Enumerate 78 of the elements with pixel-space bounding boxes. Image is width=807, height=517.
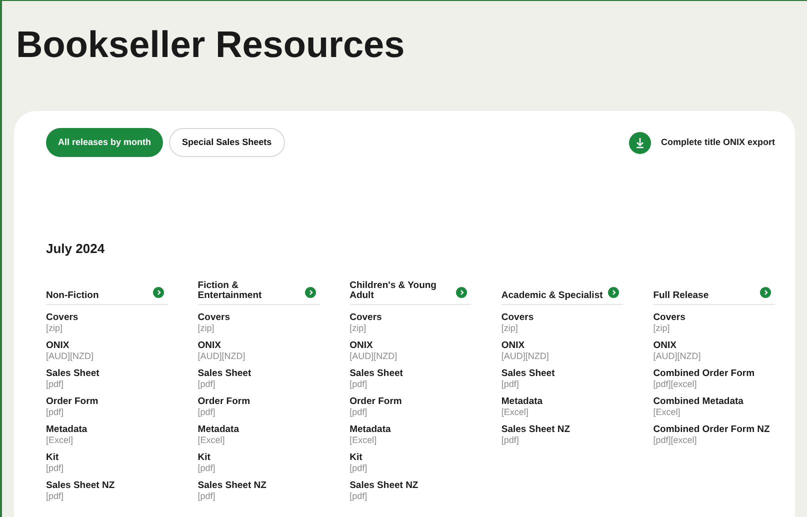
page-title: Bookseller Resources <box>16 23 405 67</box>
resource-name: Kit <box>198 452 212 462</box>
file-link[interactable]: [pdf] <box>350 490 368 502</box>
expand-icon[interactable] <box>760 286 771 298</box>
file-link[interactable]: [Excel] <box>198 434 225 446</box>
file-link[interactable]: [zip] <box>46 322 63 334</box>
resource-name: Order Form <box>198 396 252 406</box>
file-link[interactable]: [AUD][NZD] <box>198 350 246 362</box>
resource-name: ONIX <box>350 340 374 350</box>
resource-name: Sales Sheet NZ <box>501 424 572 434</box>
category-title: Academic & Specialist <box>501 290 604 300</box>
resource-name: Sales Sheet <box>350 368 404 378</box>
resource-name: Sales Sheet <box>501 368 556 378</box>
resource-name: Sales Sheet <box>46 368 100 378</box>
resource-name: Sales Sheet NZ <box>46 480 116 490</box>
file-link[interactable]: [pdf] <box>198 462 216 474</box>
category-title: Full Release <box>653 290 710 300</box>
expand-icon[interactable] <box>152 286 164 298</box>
resource-name: ONIX <box>653 340 678 350</box>
file-link[interactable]: [pdf] <box>350 462 368 474</box>
download-icon <box>628 132 651 154</box>
resource-name: Order Form <box>350 396 403 406</box>
expand-icon[interactable] <box>304 286 316 298</box>
resource-name: Metadata <box>350 424 392 434</box>
month-heading: July 2024 <box>46 240 105 258</box>
filter-tab[interactable]: All releases by month <box>46 128 164 157</box>
resource-name: ONIX <box>501 340 526 350</box>
filter-tab[interactable]: Special Sales Sheets <box>169 128 285 157</box>
resource-name: Covers <box>350 312 383 322</box>
expand-icon[interactable] <box>456 286 468 298</box>
file-link[interactable]: [pdf] <box>350 406 368 418</box>
file-link[interactable]: [AUD][NZD] <box>501 350 549 362</box>
resource-name: Covers <box>46 312 80 322</box>
file-link[interactable]: [pdf] <box>46 378 64 390</box>
resource-name: Order Form <box>46 396 100 406</box>
resource-name: Metadata <box>198 424 240 434</box>
file-link[interactable]: [pdf] <box>501 434 519 446</box>
resource-name: Combined Order Form <box>653 368 756 378</box>
file-link[interactable]: [Excel] <box>46 434 74 446</box>
resource-name: Kit <box>350 452 364 462</box>
file-link[interactable]: [zip] <box>198 322 214 334</box>
file-link[interactable]: [AUD][NZD] <box>350 350 398 362</box>
file-link[interactable]: [Excel] <box>350 434 377 446</box>
resource-name: Covers <box>653 312 686 322</box>
resource-name: Sales Sheet <box>198 368 252 378</box>
file-link[interactable]: [pdf][excel] <box>653 378 697 390</box>
file-link[interactable]: [AUD][NZD] <box>46 350 94 362</box>
resource-name: Covers <box>501 312 535 322</box>
resource-name: Combined Metadata <box>653 396 744 406</box>
file-link[interactable]: [Excel] <box>653 406 680 418</box>
resource-name: Sales Sheet NZ <box>350 480 420 490</box>
category-title: Children's & Young Adult <box>350 280 438 300</box>
file-link[interactable]: [zip] <box>350 322 366 334</box>
resource-name: ONIX <box>198 340 222 350</box>
file-link[interactable]: [pdf][excel] <box>653 434 697 446</box>
file-link[interactable]: [pdf] <box>46 406 64 418</box>
file-link[interactable]: [pdf] <box>350 378 368 390</box>
expand-icon[interactable] <box>608 286 620 298</box>
resource-name: Metadata <box>46 424 88 434</box>
file-link[interactable]: [zip] <box>653 322 670 334</box>
file-link[interactable]: [AUD][NZD] <box>653 350 701 362</box>
resource-name: Sales Sheet NZ <box>198 480 268 490</box>
category-title: Non-Fiction <box>46 290 100 300</box>
file-link[interactable]: [Excel] <box>501 406 528 418</box>
file-link[interactable]: [pdf] <box>198 490 216 502</box>
category-title: Fiction & Entertainment <box>198 280 263 300</box>
resource-name: Covers <box>198 312 232 322</box>
file-link[interactable]: [pdf] <box>198 378 216 390</box>
export-button[interactable]: Complete title ONIX export <box>628 132 775 154</box>
file-link[interactable]: [pdf] <box>46 462 64 474</box>
resource-name: Metadata <box>501 396 544 406</box>
file-link[interactable]: [pdf] <box>501 378 519 390</box>
resource-name: Combined Order Form NZ <box>653 424 771 434</box>
file-link[interactable]: [zip] <box>501 322 518 334</box>
resource-name: Kit <box>46 452 60 462</box>
file-link[interactable]: [pdf] <box>46 490 64 502</box>
resource-name: ONIX <box>46 340 70 350</box>
file-link[interactable]: [pdf] <box>198 406 216 418</box>
